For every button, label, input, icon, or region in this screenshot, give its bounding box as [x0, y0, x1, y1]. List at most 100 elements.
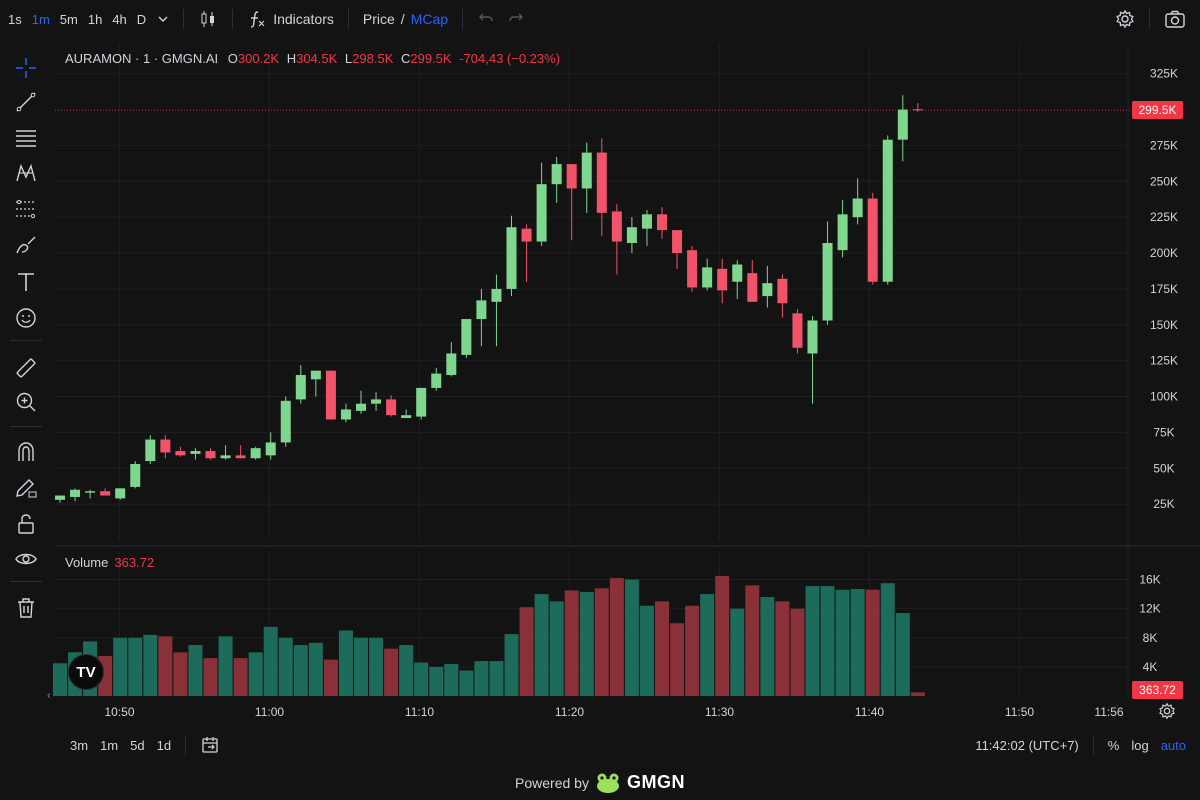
candle-body — [416, 387, 427, 417]
price-tick-label: 175K — [1150, 282, 1178, 296]
volume-bar — [323, 659, 338, 696]
volume-bar — [670, 623, 685, 696]
volume-bar — [715, 575, 730, 696]
candle-body — [85, 491, 96, 493]
candle-body — [506, 227, 517, 289]
price-tick-label: 125K — [1150, 354, 1178, 368]
log-toggle[interactable]: log — [1125, 738, 1154, 753]
volume-bar — [564, 590, 579, 696]
candle-body — [190, 451, 201, 454]
axis-settings-button[interactable] — [1158, 702, 1176, 723]
volume-bar — [790, 608, 805, 696]
volume-value: 363.72 — [114, 555, 155, 570]
candle-body — [852, 198, 863, 218]
percent-toggle[interactable]: % — [1102, 738, 1126, 753]
candle-body — [431, 373, 442, 388]
candle-body — [897, 109, 908, 140]
tradingview-logo[interactable]: TV — [68, 654, 104, 690]
time-tick-label: 11:20 — [555, 705, 584, 719]
volume-bar — [293, 645, 308, 696]
volume-bar — [218, 636, 233, 696]
volume-bar — [835, 589, 850, 696]
volume-bar — [354, 637, 368, 696]
volume-bar — [504, 634, 519, 696]
price-tick-label: 150K — [1150, 318, 1178, 332]
volume-bar — [278, 637, 293, 696]
time-tick-label: 11:30 — [705, 705, 734, 719]
candle-body — [536, 184, 547, 242]
volume-bar — [429, 666, 444, 696]
divider — [185, 735, 187, 755]
candle-body — [371, 399, 382, 404]
candle-body — [100, 491, 111, 496]
close-label: C — [400, 51, 411, 66]
price-chart[interactable]: 10:50 11:00 11:10 11:20 11:30 11:40 11:50 11:56… — [0, 0, 1200, 800]
volume-bar — [203, 658, 218, 696]
auto-toggle[interactable]: auto — [1155, 738, 1192, 753]
candle-body — [596, 152, 607, 213]
candle-body — [340, 409, 351, 420]
volume-bar — [745, 585, 760, 696]
clock[interactable]: 11:42:02 (UTC+7) — [969, 738, 1084, 753]
volume-bar — [384, 648, 399, 696]
gmgn-brand: GMGN — [626, 772, 685, 792]
volume-bar — [685, 605, 700, 696]
volume-bar — [308, 642, 323, 696]
volume-bar — [549, 601, 564, 696]
candle-body — [566, 164, 577, 189]
candle-body — [220, 455, 231, 459]
volume-bar — [444, 663, 459, 696]
scroll-left-icon[interactable]: ‹ — [47, 690, 51, 702]
candle-body — [265, 442, 276, 456]
candle-body — [175, 451, 186, 456]
time-tick-label: 11:40 — [855, 705, 884, 719]
volume-bar — [880, 583, 895, 696]
volume-bar — [233, 658, 248, 696]
volume-bar — [128, 637, 143, 696]
price-tick-label: 100K — [1150, 390, 1178, 404]
candle-body — [145, 439, 156, 462]
candle-body — [295, 375, 306, 400]
range-1m[interactable]: 1m — [94, 738, 124, 753]
volume-last-tag: 363.72 — [1132, 681, 1183, 699]
volume-bar — [609, 578, 624, 696]
candle-body — [491, 288, 502, 302]
volume-bar — [459, 670, 474, 696]
volume-bar — [820, 586, 835, 696]
volume-bar — [263, 626, 278, 696]
change-value: -704,43 (−0.23%) — [459, 51, 561, 66]
range-1d[interactable]: 1d — [151, 738, 177, 753]
candle-body — [657, 214, 667, 231]
candle-body — [672, 230, 683, 254]
volume-bar — [414, 662, 429, 696]
candle-body — [130, 463, 141, 487]
volume-bar — [895, 613, 910, 696]
candle-body — [702, 267, 713, 288]
candle-body — [747, 273, 758, 302]
candle-body — [777, 278, 788, 304]
candle-body — [581, 152, 592, 189]
open-label: O — [227, 51, 238, 66]
volume-bar — [248, 652, 263, 696]
candle-body — [446, 353, 457, 375]
candle-body — [912, 109, 923, 111]
goto-date-button[interactable] — [194, 735, 226, 755]
volume-bar — [730, 608, 745, 696]
volume-tick-label: 4K — [1143, 660, 1158, 674]
range-3m[interactable]: 3m — [64, 738, 94, 753]
footer: Powered by GMGN — [0, 765, 1200, 800]
candle-body — [611, 211, 622, 242]
candle-body — [822, 243, 833, 321]
candle-body — [837, 214, 848, 251]
high-label: H — [286, 51, 297, 66]
volume-tick-label: 16K — [1139, 573, 1160, 587]
divider — [1092, 735, 1094, 755]
price-tick-label: 75K — [1153, 425, 1174, 439]
candle-body — [521, 228, 532, 242]
candle-body — [235, 455, 246, 459]
volume-bar — [805, 586, 820, 696]
time-tick-label: 11:56 — [1094, 705, 1123, 719]
range-5d[interactable]: 5d — [124, 738, 150, 753]
bottom-toolbar: 3m 1m 5d 1d 11:42:02 (UTC+7) % log auto — [0, 730, 1200, 760]
volume-bar — [910, 692, 925, 696]
